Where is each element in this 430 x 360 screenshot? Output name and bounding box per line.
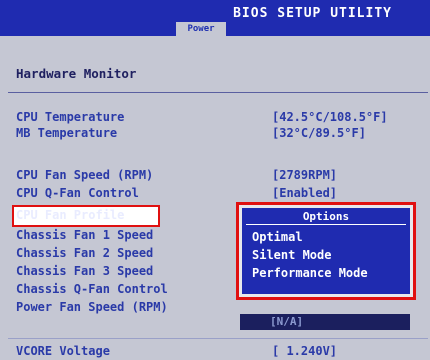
cpu-qfan-control-value[interactable]: [Enabled] — [272, 186, 337, 200]
power-fan-speed-label: Power Fan Speed (RPM) — [16, 300, 168, 314]
options-popup-title: Options — [302, 210, 350, 223]
top-bar: BIOS SETUP UTILITY Power — [0, 0, 430, 36]
chassis-fan-1-speed-label: Chassis Fan 1 Speed — [16, 228, 154, 242]
chassis-fan-2-speed-label: Chassis Fan 2 Speed — [16, 246, 154, 260]
power-fan-speed-value: [N/A] — [270, 315, 304, 328]
vcore-voltage-value: [ 1.240V] — [272, 344, 338, 358]
vcore-voltage-label: VCORE Voltage — [16, 344, 110, 358]
chassis-fan-3-speed-label: Chassis Fan 3 Speed — [16, 264, 154, 278]
tab-power[interactable]: Power — [176, 22, 226, 36]
power-fan-speed-bar: [N/A] — [240, 314, 410, 330]
option-optimal[interactable]: Optimal — [252, 230, 303, 244]
cpu-temperature-value: [42.5°C/108.5°F] — [272, 110, 388, 124]
options-popup-divider — [246, 224, 406, 225]
options-popup: Options Optimal Silent Mode Performance … — [242, 208, 410, 294]
cpu-qfan-control-label[interactable]: CPU Q-Fan Control — [16, 186, 139, 200]
bios-screen: BIOS SETUP UTILITY Power Hardware Monito… — [0, 0, 430, 360]
cpu-fan-speed-value: [2789RPM] — [272, 168, 338, 182]
cpu-fan-profile-label[interactable]: CPU Fan Profile — [16, 208, 124, 222]
option-silent-mode[interactable]: Silent Mode — [252, 248, 331, 262]
mb-temperature-value: [32°C/89.5°F] — [272, 126, 366, 140]
option-performance-mode[interactable]: Performance Mode — [252, 266, 368, 280]
chassis-qfan-control-label[interactable]: Chassis Q-Fan Control — [16, 282, 168, 296]
section-divider — [8, 92, 428, 93]
cpu-fan-speed-label: CPU Fan Speed (RPM) — [16, 168, 154, 182]
mb-temperature-label: MB Temperature — [16, 126, 118, 140]
bios-title: BIOS SETUP UTILITY — [233, 6, 392, 21]
bottom-divider — [8, 338, 428, 339]
cpu-temperature-label: CPU Temperature — [16, 110, 125, 124]
section-title: Hardware Monitor — [16, 66, 137, 81]
